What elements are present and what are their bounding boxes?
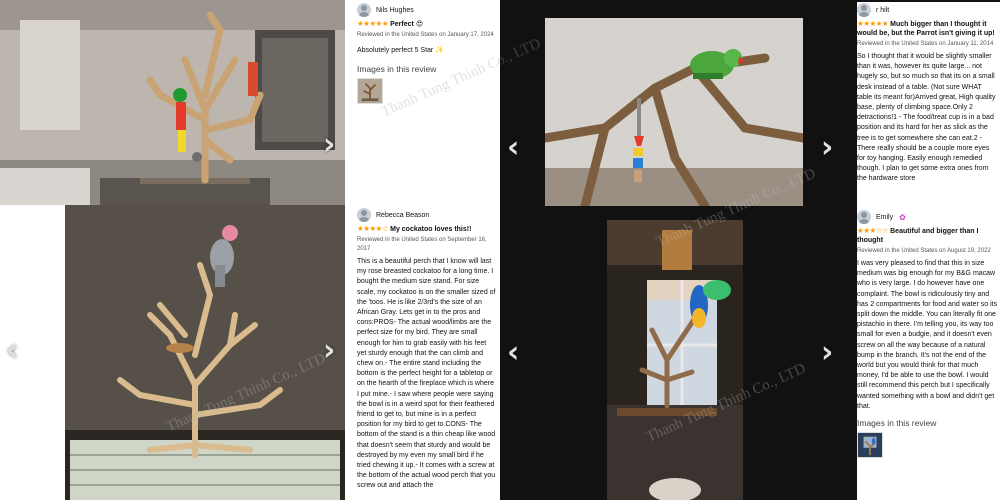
star-rating-icon: ★★★★★ — [857, 19, 889, 28]
review-title-row: ★★★★★ Much bigger than I thought it would… — [857, 19, 998, 38]
review-card-emily: Emily ✿ ★★★☆☆ Beautiful and bigger than I… — [857, 209, 1000, 500]
reviewer-row: Nils Hughes — [357, 2, 497, 18]
reviewer-row: r hilt — [857, 2, 998, 18]
page: › Nils Hughes ★★★★★ Perfect 😍 Reviewed in… — [0, 0, 1000, 500]
reviewer-name[interactable]: r hilt — [876, 7, 889, 14]
review-photo-living-room-perch[interactable] — [0, 0, 345, 205]
prev-arrow-icon[interactable]: ‹ — [6, 336, 18, 366]
next-arrow-icon[interactable]: › — [323, 336, 335, 366]
avatar-icon — [857, 3, 871, 17]
next-arrow-icon[interactable]: › — [821, 133, 833, 163]
heart-eyes-emoji-icon: 😍 — [415, 20, 424, 28]
review-image-thumbnail[interactable] — [857, 432, 883, 459]
review-title[interactable]: Perfect — [390, 21, 414, 28]
review-photo-cockatoo-perch[interactable] — [0, 205, 345, 500]
avatar-icon — [857, 210, 871, 224]
images-in-review-heading: Images in this review — [357, 64, 437, 75]
left-collage: › Nils Hughes ★★★★★ Perfect 😍 Reviewed in… — [0, 0, 500, 500]
review-card-nils-hughes: Nils Hughes ★★★★★ Perfect 😍 Reviewed in t… — [357, 2, 499, 202]
review-photo-macaw-window[interactable] — [607, 220, 743, 500]
right-collage: ‹ › r hilt ★★★★★ Much bigger than I thoug… — [500, 0, 1000, 500]
review-body: Absolutely perfect 5 Star ✨ — [357, 47, 444, 54]
review-card-r-hilt: r hilt ★★★★★ Much bigger than I thought i… — [857, 2, 1000, 209]
star-rating-icon: ★★★★☆ — [357, 224, 389, 233]
review-date: Reviewed in the United States on January… — [357, 32, 494, 38]
review-title[interactable]: My cockatoo loves this!! — [390, 226, 471, 233]
review-body: I was very pleased to find that this in … — [857, 260, 998, 410]
avatar-icon — [357, 208, 371, 222]
prev-arrow-icon[interactable]: ‹ — [507, 133, 519, 163]
next-arrow-icon[interactable]: › — [821, 338, 833, 368]
reviewer-row: Rebecca Beason — [357, 207, 497, 223]
review-date: Reviewed in the United States on Septemb… — [357, 237, 487, 252]
reviewer-name[interactable]: Rebecca Beason — [376, 212, 429, 219]
reviewer-name[interactable]: Emily — [876, 214, 893, 221]
images-in-review-heading: Images in this review — [857, 418, 937, 429]
review-date: Reviewed in the United States on January… — [857, 41, 994, 47]
review-date: Reviewed in the United States on August … — [857, 248, 991, 254]
review-card-rebecca-beason: Rebecca Beason ★★★★☆ My cockatoo loves th… — [357, 207, 499, 500]
review-body: This is a beautiful perch that I know wi… — [357, 258, 496, 490]
flower-badge-icon: ✿ — [899, 212, 906, 222]
review-title-row: ★★★★★ Perfect 😍 — [357, 19, 497, 29]
star-rating-icon: ★★★☆☆ — [857, 226, 889, 235]
reviewer-row: Emily ✿ — [857, 209, 998, 225]
reviewer-name[interactable]: Nils Hughes — [376, 7, 414, 14]
review-image-thumbnail[interactable] — [357, 78, 383, 105]
review-photo-green-parrot[interactable] — [545, 18, 803, 206]
avatar-icon — [357, 3, 371, 17]
star-rating-icon: ★★★★★ — [357, 19, 389, 28]
next-arrow-icon[interactable]: › — [323, 130, 335, 160]
review-title-row: ★★★★☆ My cockatoo loves this!! — [357, 224, 497, 234]
review-body: So I thought that it would be slightly s… — [857, 53, 996, 183]
review-title-row: ★★★☆☆ Beautiful and bigger than I thought — [857, 226, 998, 245]
prev-arrow-icon[interactable]: ‹ — [507, 338, 519, 368]
